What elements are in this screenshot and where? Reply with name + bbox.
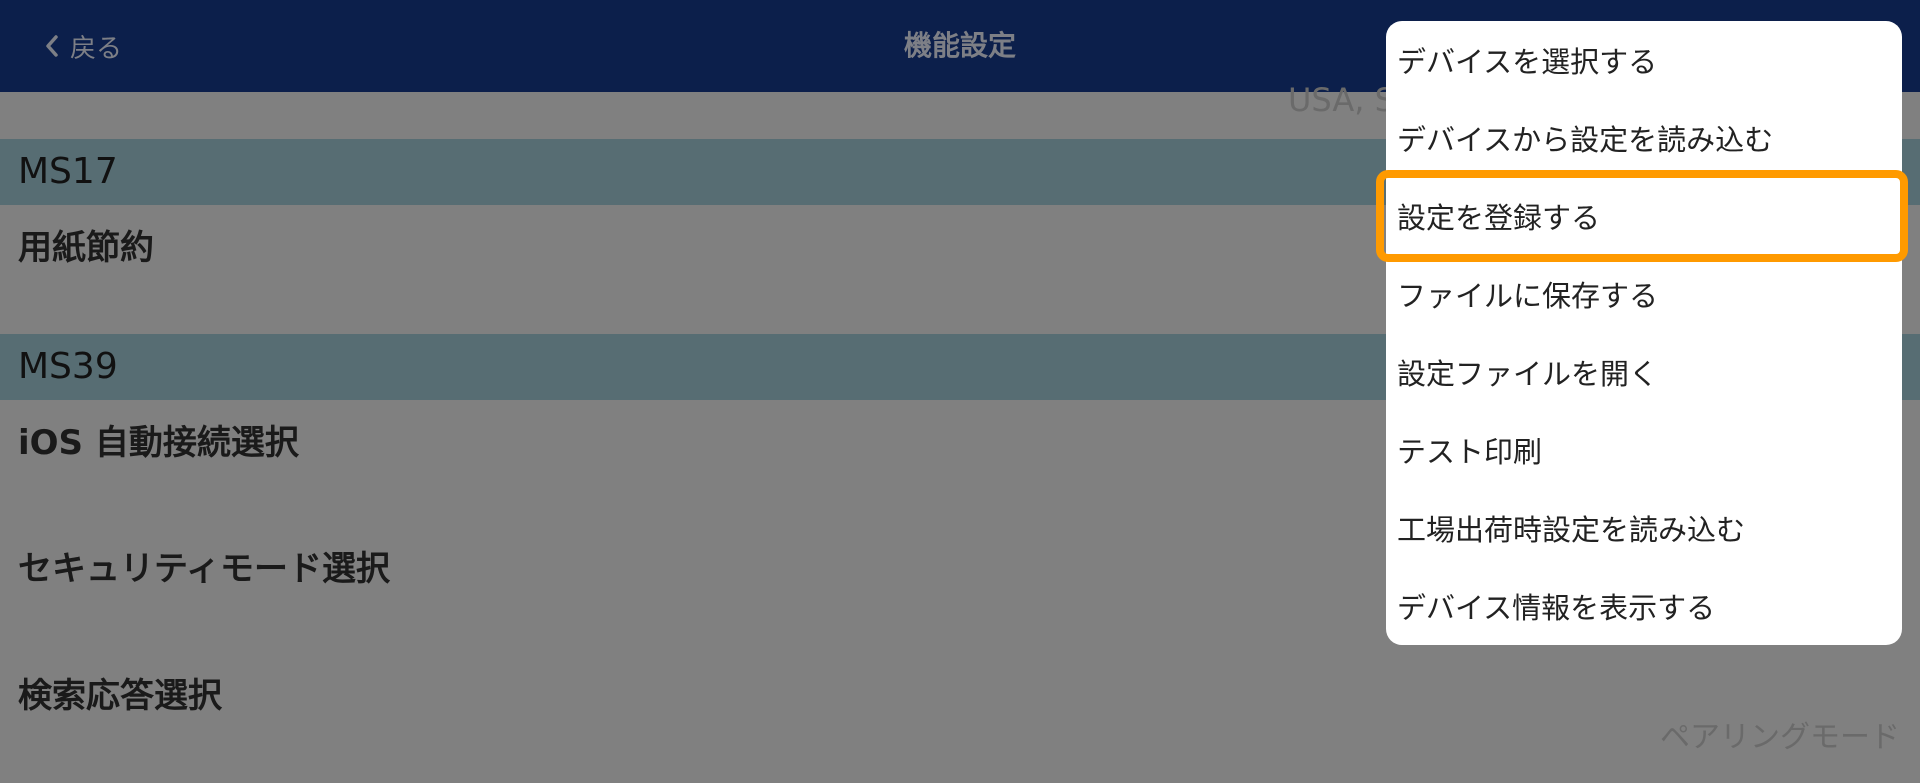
menu-item-test-print[interactable]: テスト印刷 xyxy=(1386,411,1902,489)
menu-item-read-settings[interactable]: デバイスから設定を読み込む xyxy=(1386,99,1902,177)
setting-value-region: USA, S xyxy=(1288,81,1395,119)
setting-row-security-mode[interactable]: セキュリティモード選択 xyxy=(18,547,390,591)
section-header-label: MS17 xyxy=(18,151,118,192)
back-button[interactable]: 戻る xyxy=(44,26,122,66)
menu-item-register-settings[interactable]: 設定を登録する xyxy=(1386,177,1902,255)
back-button-label: 戻る xyxy=(70,33,123,64)
setting-row-search-response[interactable]: 検索応答選択 xyxy=(18,674,222,718)
screen: 機能設定 戻る USA, S MS17 用紙節約 MS39 iOS 自動接続選択… xyxy=(0,0,1920,783)
setting-row-paper-saving[interactable]: 用紙節約 xyxy=(18,226,154,270)
chevron-left-icon xyxy=(46,35,58,57)
setting-row-ios-auto-connect[interactable]: iOS 自動接続選択 xyxy=(18,421,299,465)
menu-item-load-factory-settings[interactable]: 工場出荷時設定を読み込む xyxy=(1386,489,1902,567)
menu-item-save-to-file[interactable]: ファイルに保存する xyxy=(1386,255,1902,333)
action-menu: デバイスを選択する デバイスから設定を読み込む 設定を登録する ファイルに保存す… xyxy=(1386,21,1902,645)
menu-item-select-device[interactable]: デバイスを選択する xyxy=(1386,21,1902,99)
section-header-label: MS39 xyxy=(18,346,118,387)
menu-item-open-settings-file[interactable]: 設定ファイルを開く xyxy=(1386,333,1902,411)
menu-item-device-info[interactable]: デバイス情報を表示する xyxy=(1386,567,1902,645)
setting-value-pairing-mode: ペアリングモード xyxy=(1660,720,1900,755)
